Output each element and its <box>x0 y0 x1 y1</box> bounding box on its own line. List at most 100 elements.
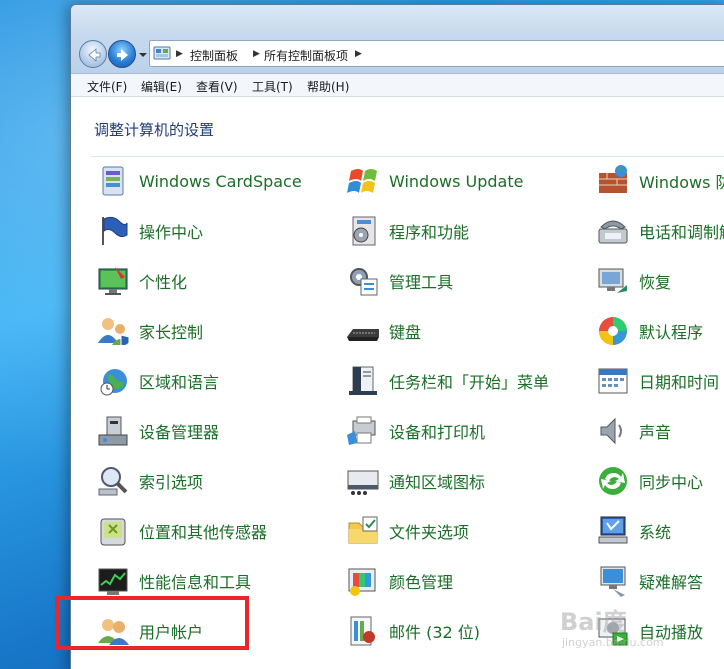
arrow-right-icon <box>117 49 128 61</box>
breadcrumb-arrow-icon: ▶ <box>355 49 362 59</box>
control-panel-item-label: 个性化 <box>139 273 188 292</box>
control-panel-item-label: 管理工具 <box>389 273 454 292</box>
menu-help[interactable]: 帮助(H) <box>307 78 349 95</box>
window-titlebar: ▶ 控制面板 ▶ 所有控制面板项 ▶ <box>71 5 724 73</box>
phone-modem-icon <box>598 220 628 244</box>
breadcrumb-control-panel[interactable]: 控制面板 <box>190 47 238 64</box>
programs-features-icon <box>352 216 376 246</box>
control-panel-item-action-center-flag[interactable]: 操作中心 <box>95 211 203 251</box>
control-panel-item-region-language[interactable]: 区域和语言 <box>95 361 219 401</box>
watermark: Bai度 jingyan.baidu.com <box>560 600 720 660</box>
control-panel-item-label: 文件夹选项 <box>389 523 470 542</box>
control-panel-item-system[interactable]: 系统 <box>595 511 671 551</box>
control-panel-item-color-management[interactable]: 颜色管理 <box>345 561 453 601</box>
firewall-icon <box>599 165 627 193</box>
menu-view[interactable]: 查看(V) <box>196 78 238 95</box>
watermark-logo-text: Bai度 <box>560 608 627 636</box>
control-panel-item-label: 疑难解答 <box>639 573 704 592</box>
highlight-box <box>55 596 249 650</box>
control-panel-item-label: 家长控制 <box>139 323 204 342</box>
control-panel-item-sound[interactable]: 声音 <box>595 411 671 451</box>
control-panel-item-phone-modem[interactable]: 电话和调制解 <box>595 211 724 251</box>
device-manager-icon <box>98 416 128 446</box>
control-panel-item-personalization[interactable]: 个性化 <box>95 261 187 301</box>
menu-file[interactable]: 文件(F) <box>87 78 127 95</box>
notification-area-icon <box>347 470 379 495</box>
control-panel-item-label: Windows CardSpace <box>139 171 302 191</box>
region-language-icon <box>100 369 127 396</box>
control-panel-item-label: 设备管理器 <box>139 423 220 442</box>
menu-tools[interactable]: 工具(T) <box>252 78 293 95</box>
control-panel-item-label: 键盘 <box>389 323 422 342</box>
control-panel-item-troubleshooting[interactable]: 疑难解答 <box>595 561 703 601</box>
control-panel-item-sync-center[interactable]: 同步中心 <box>595 461 703 501</box>
control-panel-item-windows-update[interactable]: Windows Update <box>345 161 523 201</box>
control-panel-item-firewall[interactable]: Windows 防 <box>595 161 724 201</box>
divider <box>91 156 724 157</box>
control-panel-item-recovery[interactable]: 恢复 <box>595 261 671 301</box>
menu-edit[interactable]: 编辑(E) <box>141 78 182 95</box>
page-title: 调整计算机的设置 <box>94 121 215 139</box>
control-panel-item-device-manager[interactable]: 设备管理器 <box>95 411 219 451</box>
system-icon <box>598 516 628 544</box>
arrow-left-icon <box>88 48 101 62</box>
control-panel-item-label: 索引选项 <box>139 473 204 492</box>
watermark-url: jingyan.baidu.com <box>562 636 664 649</box>
date-time-icon <box>598 368 628 394</box>
content-area: 调整计算机的设置 Windows CardSpace 操作中心个性化家长控制区域和… <box>71 97 724 669</box>
control-panel-item-label: 颜色管理 <box>389 573 454 592</box>
cardspace-icon <box>102 166 124 196</box>
sync-center-icon <box>599 467 627 495</box>
indexing-options-icon <box>98 467 128 496</box>
control-panel-item-label: 程序和功能 <box>389 223 470 242</box>
control-panel-item-label: 电话和调制解 <box>639 223 724 242</box>
control-panel-item-keyboard[interactable]: 键盘 <box>345 311 421 351</box>
troubleshooting-icon <box>600 566 626 597</box>
control-panel-item-performance[interactable]: 性能信息和工具 <box>95 561 251 601</box>
control-panel-item-cardspace[interactable]: Windows CardSpace <box>95 161 302 201</box>
control-panel-item-taskbar-start-menu[interactable]: 任务栏和「开始」菜单 <box>345 361 549 401</box>
action-center-flag-icon <box>102 216 128 245</box>
control-panel-window: ▶ 控制面板 ▶ 所有控制面板项 ▶ 文件(F) 编辑(E) 查看(V) 工具(… <box>70 4 724 669</box>
forward-button[interactable] <box>108 40 136 68</box>
control-panel-item-programs-features[interactable]: 程序和功能 <box>345 211 469 251</box>
address-bar[interactable]: ▶ 控制面板 ▶ 所有控制面板项 ▶ <box>149 40 724 67</box>
control-panel-item-location-sensors[interactable]: 位置和其他传感器 <box>95 511 267 551</box>
location-sensors-icon <box>100 518 126 546</box>
control-panel-item-devices-printers[interactable]: 设备和打印机 <box>345 411 485 451</box>
color-management-icon <box>348 568 376 596</box>
control-panel-item-label: Windows Update <box>389 171 524 191</box>
menu-bar: 文件(F) 编辑(E) 查看(V) 工具(T) 帮助(H) <box>71 73 724 97</box>
control-panel-item-label: 位置和其他传感器 <box>139 523 268 542</box>
parental-controls-icon <box>98 318 130 347</box>
recovery-icon <box>598 268 627 293</box>
control-panel-item-label: 邮件 (32 位) <box>389 623 481 642</box>
control-panel-item-label: 恢复 <box>639 273 672 292</box>
control-panel-item-admin-tools[interactable]: 管理工具 <box>345 261 453 301</box>
control-panel-item-label: 区域和语言 <box>139 373 220 392</box>
control-panel-item-notification-area[interactable]: 通知区域图标 <box>345 461 485 501</box>
taskbar-start-menu-icon <box>349 366 377 395</box>
mail-icon <box>350 616 375 646</box>
control-panel-item-label: 任务栏和「开始」菜单 <box>389 373 550 392</box>
keyboard-icon <box>347 329 379 341</box>
control-panel-item-indexing-options[interactable]: 索引选项 <box>95 461 203 501</box>
control-panel-item-mail[interactable]: 邮件 (32 位) <box>345 611 480 651</box>
performance-icon <box>98 568 128 595</box>
control-panel-item-folder-options[interactable]: 文件夹选项 <box>345 511 469 551</box>
personalization-icon <box>98 267 128 295</box>
control-panel-item-parental-controls[interactable]: 家长控制 <box>95 311 203 351</box>
back-button[interactable] <box>79 40 107 68</box>
control-panel-item-label: 声音 <box>639 423 672 442</box>
windows-update-icon <box>347 169 377 193</box>
control-panel-item-date-time[interactable]: 日期和时间 <box>595 361 719 401</box>
control-panel-item-label: Windows 防 <box>639 173 724 192</box>
devices-printers-icon <box>347 416 376 445</box>
breadcrumb-all-items[interactable]: 所有控制面板项 <box>264 47 348 64</box>
control-panel-item-label: 性能信息和工具 <box>139 573 252 592</box>
control-panel-icon <box>153 46 171 60</box>
chevron-down-icon[interactable] <box>138 50 148 60</box>
control-panel-item-label: 系统 <box>639 523 672 542</box>
folder-options-icon <box>348 516 378 544</box>
control-panel-item-default-programs[interactable]: 默认程序 <box>595 311 703 351</box>
